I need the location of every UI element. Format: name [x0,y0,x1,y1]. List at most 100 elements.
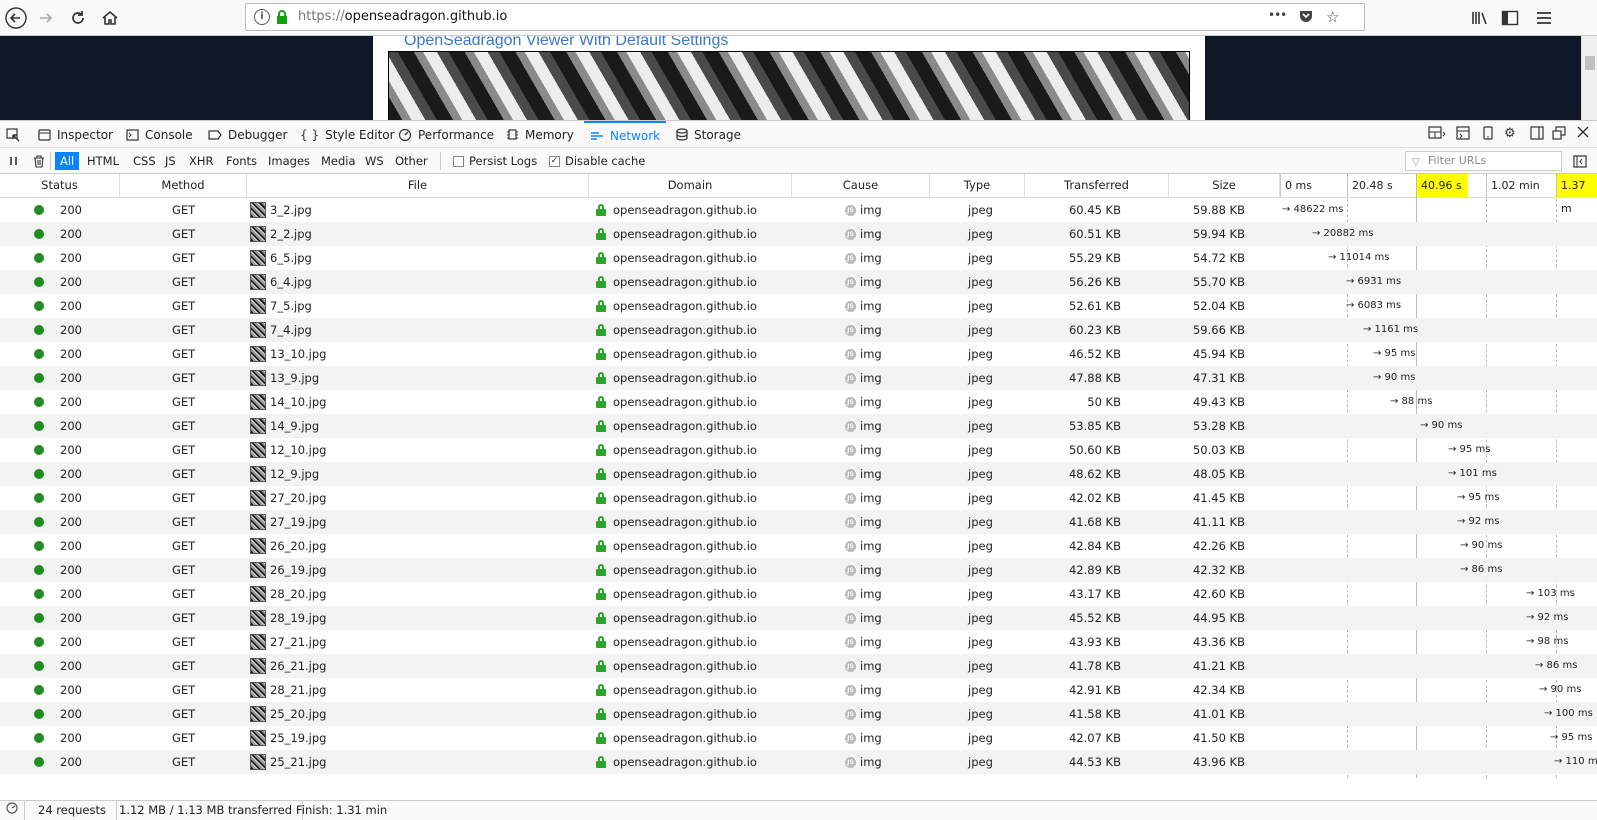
secure-lock-icon [596,372,606,384]
bookmark-star-icon[interactable]: ☆ [1326,8,1339,26]
responsive-mode-icon[interactable] [1482,126,1494,144]
sidebar-icon[interactable] [1496,4,1524,32]
table-row[interactable]: 200 GET 14_9.jpg openseadragon.github.io JS i… [0,414,1597,438]
split-console-icon[interactable] [1456,126,1470,144]
column-type[interactable]: Type [930,174,1025,197]
table-row[interactable]: 200 GET 26_21.jpg openseadragon.github.io JS… [0,654,1597,678]
forward-icon[interactable] [32,4,60,32]
status-code: 200 [60,347,82,361]
separate-window-icon[interactable] [1552,126,1566,144]
back-icon[interactable] [2,4,30,32]
tab-network[interactable]: Network [584,121,667,148]
clear-trash-icon[interactable] [28,152,50,170]
url-protocol: https:// [298,9,345,24]
table-row[interactable]: 200 GET 25_19.jpg openseadragon.github.io JS… [0,726,1597,750]
table-row[interactable]: 200 GET 26_19.jpg openseadragon.github.io JS… [0,558,1597,582]
table-row[interactable]: 200 GET 3_2.jpg openseadragon.github.io JS im… [0,198,1597,222]
filter-images[interactable]: Images [263,152,315,170]
transferred-size: 48.62 KB [1068,467,1121,481]
element-picker-icon[interactable] [6,121,20,148]
waterfall-timing: → 86 ms [1535,660,1578,671]
table-row[interactable]: 200 GET 12_9.jpg openseadragon.github.io JS i… [0,462,1597,486]
column-domain[interactable]: Domain [589,174,792,197]
image-thumbnail [250,250,266,266]
table-row[interactable]: 200 GET 14_10.jpg openseadragon.github.io JS… [0,390,1597,414]
js-cause-icon: JS [845,421,856,432]
table-row[interactable]: 200 GET 27_21.jpg openseadragon.github.io JS… [0,630,1597,654]
url-bar[interactable]: i https://openseadragon.github.io ••• ☆ [245,3,1365,31]
url-text[interactable]: https://openseadragon.github.io [298,9,507,24]
filter-html[interactable]: HTML [82,152,124,170]
menu-icon[interactable] [1530,4,1558,32]
secure-lock-icon [596,300,606,312]
tab-performance[interactable]: Performance [398,121,494,148]
table-row[interactable]: 200 GET 7_5.jpg openseadragon.github.io JS im… [0,294,1597,318]
cause-value: img [860,683,882,697]
table-row[interactable]: 200 GET 6_5.jpg openseadragon.github.io JS im… [0,246,1597,270]
transferred-size: 50 KB [1087,395,1121,409]
table-row[interactable]: 200 GET 27_19.jpg openseadragon.github.io JS… [0,510,1597,534]
domain-name: openseadragon.github.io [613,755,757,769]
table-row[interactable]: 200 GET 25_20.jpg openseadragon.github.io JS… [0,702,1597,726]
performance-analysis-icon[interactable] [0,801,25,820]
domain-name: openseadragon.github.io [613,323,757,337]
reload-icon[interactable] [64,4,92,32]
disable-cache-checkbox[interactable]: ✓ Disable cache [544,152,650,170]
pause-icon[interactable] [4,152,24,170]
js-cause-icon: JS [845,301,856,312]
column-status[interactable]: Status [0,174,120,197]
column-size[interactable]: Size [1169,174,1280,197]
library-icon[interactable] [1466,4,1494,32]
toggle-sidebar-icon[interactable] [1568,152,1592,170]
filter-urls-input[interactable]: ▽ Filter URLs [1405,151,1562,171]
table-row[interactable]: 200 GET 28_19.jpg openseadragon.github.io JS… [0,606,1597,630]
dock-layout-icon[interactable] [1428,126,1446,144]
table-row[interactable]: 200 GET 13_10.jpg openseadragon.github.io JS… [0,342,1597,366]
table-row[interactable]: 200 GET 7_4.jpg openseadragon.github.io JS im… [0,318,1597,342]
column-cause[interactable]: Cause [792,174,930,197]
site-info-icon[interactable]: i [254,9,270,25]
home-icon[interactable] [96,4,124,32]
js-cause-icon: JS [845,469,856,480]
table-row[interactable]: 200 GET 25_21.jpg openseadragon.github.io JS… [0,750,1597,774]
filter-fonts[interactable]: Fonts [221,152,262,170]
transfer-summary: 1.12 MB / 1.13 MB transferred [109,801,304,820]
tab-console[interactable]: Console [126,121,193,148]
pocket-icon[interactable] [1298,8,1314,28]
table-row[interactable]: 200 GET 2_2.jpg openseadragon.github.io JS im… [0,222,1597,246]
filter-all[interactable]: All [55,152,80,170]
settings-gear-icon[interactable]: ⚙ [1504,126,1516,141]
table-row[interactable]: 200 GET 6_4.jpg openseadragon.github.io JS im… [0,270,1597,294]
filter-ws[interactable]: WS [360,152,389,170]
filter-media[interactable]: Media [316,152,361,170]
column-method[interactable]: Method [120,174,247,197]
content-size: 41.45 KB [1192,491,1245,505]
table-row[interactable]: 200 GET 26_20.jpg openseadragon.github.io JS… [0,534,1597,558]
request-method: GET [172,755,196,769]
filter-other[interactable]: Other [390,152,433,170]
filter-js[interactable]: JS [160,152,181,170]
page-actions-icon[interactable]: ••• [1268,8,1287,22]
tab-inspector[interactable]: Inspector [38,121,113,148]
tab-memory[interactable]: Memory [506,121,574,148]
page-scrollbar[interactable] [1581,36,1597,120]
column-file[interactable]: File [247,174,589,197]
column-transferred[interactable]: Transferred [1025,174,1169,197]
secure-lock-icon [596,228,606,240]
cause-value: img [860,539,882,553]
table-row[interactable]: 200 GET 12_10.jpg openseadragon.github.io JS… [0,438,1597,462]
table-row[interactable]: 200 GET 27_20.jpg openseadragon.github.io JS… [0,486,1597,510]
filter-css[interactable]: CSS [128,152,161,170]
page-scrollbar-thumb[interactable] [1585,56,1595,70]
table-row[interactable]: 200 GET 28_20.jpg openseadragon.github.io JS… [0,582,1597,606]
tab-style-editor[interactable]: { } Style Editor [300,121,395,148]
table-row[interactable]: 200 GET 13_9.jpg openseadragon.github.io JS i… [0,366,1597,390]
persist-logs-checkbox[interactable]: Persist Logs [448,152,542,170]
openseadragon-viewer[interactable] [388,51,1190,120]
dock-side-icon[interactable] [1530,126,1544,144]
close-devtools-icon[interactable] [1577,126,1589,142]
filter-xhr[interactable]: XHR [184,152,219,170]
tab-debugger[interactable]: Debugger [208,121,287,148]
tab-storage[interactable]: Storage [676,121,741,148]
table-row[interactable]: 200 GET 28_21.jpg openseadragon.github.io JS… [0,678,1597,702]
